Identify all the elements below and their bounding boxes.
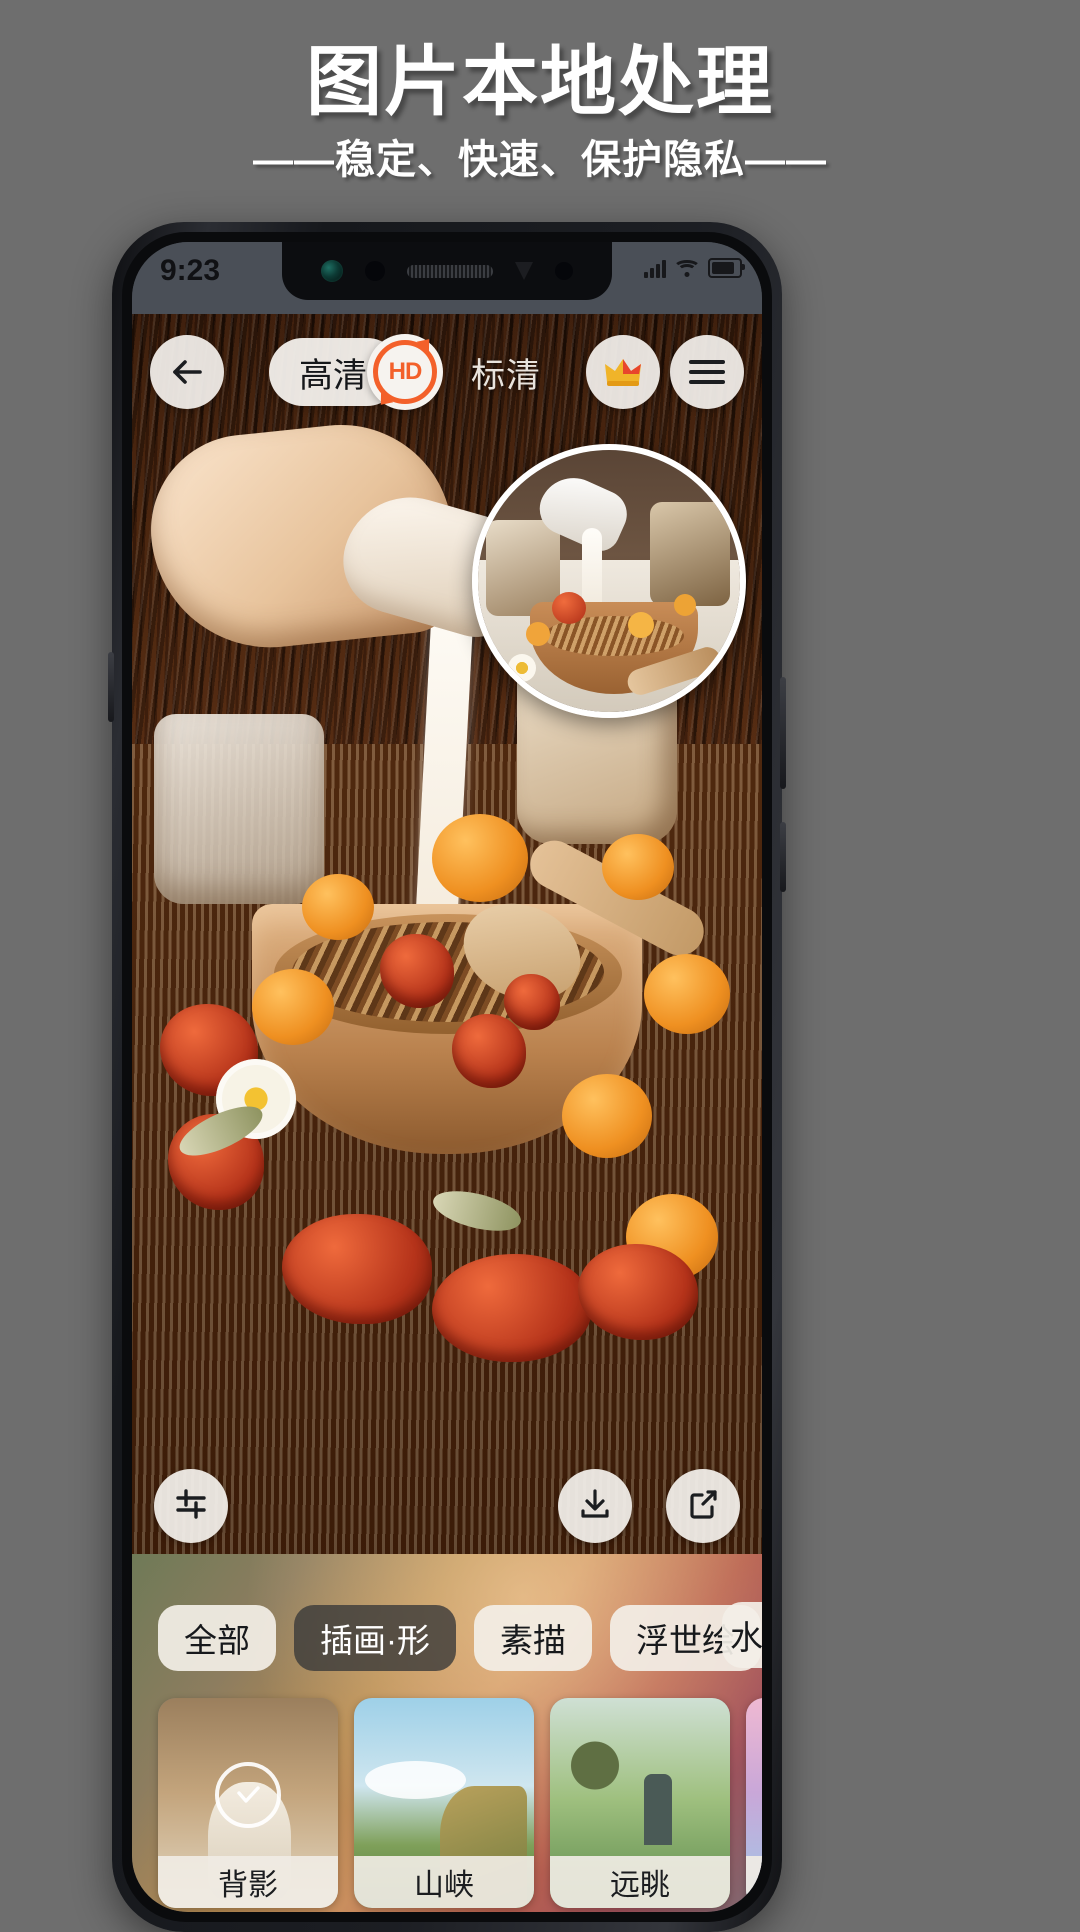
photo-fruit (562, 1074, 652, 1158)
photo-strawberry (282, 1214, 432, 1324)
compare-button[interactable] (154, 1469, 228, 1543)
photo-strawberry (380, 934, 454, 1008)
page-subtitle: ——稳定、快速、保护隐私—— (253, 138, 827, 182)
chip-all[interactable]: 全部 (158, 1605, 276, 1671)
phone-power-button[interactable] (780, 822, 786, 892)
preview-daisy (508, 654, 536, 682)
style-selected-check (215, 1761, 281, 1828)
quality-hd-label: 高清 (299, 356, 367, 395)
promo-header: 图片本地处理 ——稳定、快速、保护隐私—— (0, 0, 1080, 215)
battery-icon (708, 258, 745, 278)
phone-screen: 高清 HD 标清 9:23 全部 插画·形 素描 浮世绘 水 背影 山峡 远眺 (132, 242, 762, 1912)
original-preview-bubble[interactable] (472, 444, 746, 718)
status-bar: 9:23 (132, 242, 762, 314)
style-panel: 全部 插画·形 素描 浮世绘 版画 水 背影 (132, 1554, 762, 1912)
style-thumb-label: 远眺 (550, 1856, 730, 1908)
preview-fruit (628, 612, 654, 638)
crown-icon (601, 352, 645, 392)
proximity-sensor-icon (365, 261, 385, 281)
photo-fruit (302, 874, 374, 940)
signal-icon (644, 258, 666, 278)
photo-canvas[interactable] (132, 314, 762, 1554)
style-thumb-beiying[interactable]: 背影 (158, 1698, 338, 1908)
page-title: 图片本地处理 (306, 40, 774, 125)
menu-icon (689, 354, 725, 390)
photo-fruit (252, 969, 334, 1045)
style-thumb-cloud (364, 1761, 466, 1799)
menu-button[interactable] (670, 335, 744, 409)
style-thumb-person (643, 1773, 673, 1845)
ambient-sensor-icon (555, 262, 573, 280)
hd-icon: HD (373, 340, 437, 404)
wifi-icon (673, 259, 701, 277)
back-button[interactable] (150, 335, 224, 409)
share-button[interactable] (666, 1469, 740, 1543)
style-thumb-label: 山峡 (354, 1856, 534, 1908)
preview-strawberry (552, 592, 586, 624)
photo-strawberry (452, 1014, 526, 1088)
front-camera-icon (321, 260, 343, 282)
style-thumbnail-list: 背影 山峡 远眺 (132, 1698, 762, 1912)
style-thumb-next[interactable] (746, 1698, 762, 1908)
style-thumb-label (746, 1856, 762, 1908)
preview-jar-right (650, 502, 730, 606)
phone-mockup: 高清 HD 标清 9:23 全部 插画·形 素描 浮世绘 水 背影 山峡 远眺 (108, 222, 786, 1932)
photo-action-right-group (558, 1469, 740, 1543)
photo-action-bar (132, 1458, 762, 1554)
ir-sensor-icon (515, 262, 533, 280)
download-icon (576, 1485, 614, 1528)
style-thumb-tree (564, 1714, 626, 1816)
status-time: 9:23 (160, 254, 221, 287)
back-arrow-icon (168, 353, 206, 391)
phone-notch (282, 242, 612, 300)
style-thumb-label: 背影 (158, 1856, 338, 1908)
download-button[interactable] (558, 1469, 632, 1543)
vip-button[interactable] (586, 335, 660, 409)
quality-toggle-group: 高清 HD 标清 (269, 334, 541, 410)
photo-strawberry (504, 974, 560, 1030)
photo-glass-jar (154, 714, 324, 904)
top-toolbar: 高清 HD 标清 (132, 327, 762, 417)
preview-fruit (674, 594, 696, 616)
photo-fruit (644, 954, 730, 1034)
share-icon (684, 1485, 722, 1528)
chip-sketch[interactable]: 素描 (474, 1605, 592, 1671)
phone-volume-button[interactable] (780, 677, 786, 789)
phone-side-button-left[interactable] (108, 652, 114, 722)
photo-strawberry (432, 1254, 592, 1362)
photo-fruit (602, 834, 674, 900)
style-thumb-shanxia[interactable]: 山峡 (354, 1698, 534, 1908)
style-thumb-yuantiao[interactable]: 远眺 (550, 1698, 730, 1908)
chip-watercolor[interactable]: 水 (722, 1602, 762, 1668)
chip-illustration[interactable]: 插画·形 (294, 1605, 456, 1671)
compare-icon (173, 1486, 209, 1527)
earpiece-speaker (407, 264, 493, 278)
preview-fruit (526, 622, 550, 646)
quality-hd-toggle[interactable]: HD (367, 334, 443, 410)
quality-sd-label[interactable]: 标清 (471, 348, 541, 397)
style-category-chips: 全部 插画·形 素描 浮世绘 版画 (132, 1602, 762, 1674)
photo-fruit (432, 814, 528, 902)
status-icons (644, 258, 745, 278)
